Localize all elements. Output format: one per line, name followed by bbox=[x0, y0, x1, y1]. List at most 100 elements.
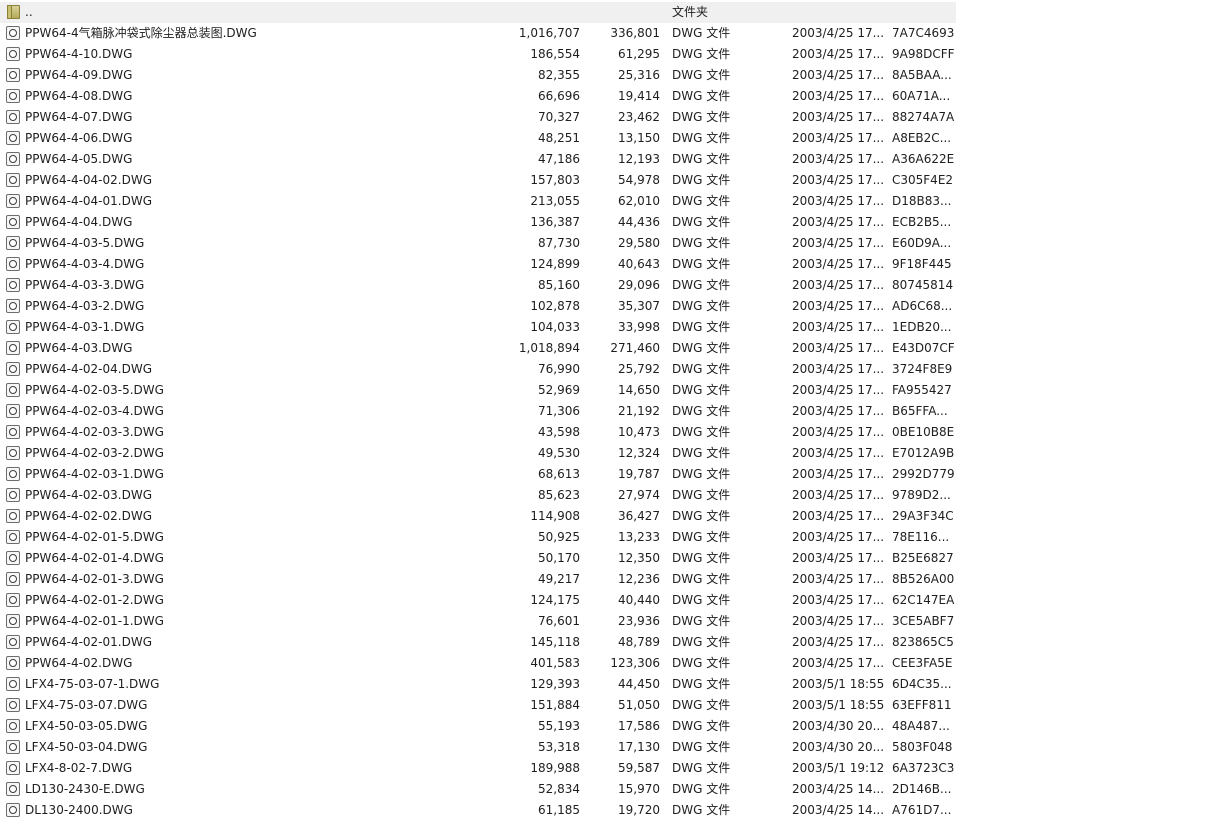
file-size: 71,306 bbox=[538, 404, 580, 418]
file-size: 85,623 bbox=[538, 488, 580, 502]
file-crc: 48A487... bbox=[892, 719, 950, 733]
file-packed-size: 23,462 bbox=[618, 110, 660, 124]
dwg-file-icon bbox=[6, 254, 22, 275]
file-modified: 2003/4/25 17... bbox=[792, 26, 884, 40]
file-row[interactable]: PPW64-4-09.DWG 82,355 25,316 DWG 文件 2003/4/2… bbox=[0, 65, 1213, 86]
file-row[interactable]: PPW64-4-03-2.DWG 102,878 35,307 DWG 文件 2003/… bbox=[0, 296, 1213, 317]
file-name: LFX4-8-02-7.DWG bbox=[25, 761, 133, 775]
file-row[interactable]: PPW64-4-02-01-3.DWG 49,217 12,236 DWG 文件 200… bbox=[0, 569, 1213, 590]
file-size: 1,016,707 bbox=[518, 26, 580, 40]
file-row[interactable]: PPW64-4气箱脉冲袋式除尘器总装图.DWG 1,016,707 336,801 D… bbox=[0, 23, 1213, 44]
file-row[interactable]: PPW64-4-02-03-1.DWG 68,613 19,787 DWG 文件 200… bbox=[0, 464, 1213, 485]
file-type: DWG 文件 bbox=[672, 236, 731, 250]
file-row[interactable]: LFX4-75-03-07.DWG 151,884 51,050 DWG 文件 2003… bbox=[0, 695, 1213, 716]
file-type: DWG 文件 bbox=[672, 89, 731, 103]
file-row[interactable]: PPW64-4-02-03-3.DWG 43,598 10,473 DWG 文件 200… bbox=[0, 422, 1213, 443]
file-row[interactable]: PPW64-4-03-5.DWG 87,730 29,580 DWG 文件 2003/4… bbox=[0, 233, 1213, 254]
file-row[interactable]: PPW64-4-02-03-4.DWG 71,306 21,192 DWG 文件 200… bbox=[0, 401, 1213, 422]
dwg-file-icon bbox=[6, 800, 22, 821]
file-row[interactable]: LFX4-50-03-05.DWG 55,193 17,586 DWG 文件 2003/… bbox=[0, 716, 1213, 737]
file-row[interactable]: PPW64-4-02-01.DWG 145,118 48,789 DWG 文件 2003… bbox=[0, 632, 1213, 653]
file-crc: 6D4C35... bbox=[892, 677, 952, 691]
file-size: 1,018,894 bbox=[518, 341, 580, 355]
file-type: DWG 文件 bbox=[672, 677, 731, 691]
file-row[interactable]: PPW64-4-05.DWG 47,186 12,193 DWG 文件 2003/4/2… bbox=[0, 149, 1213, 170]
file-row[interactable]: PPW64-4-02-03-2.DWG 49,530 12,324 DWG 文件 200… bbox=[0, 443, 1213, 464]
file-name: PPW64-4-04-01.DWG bbox=[25, 194, 152, 208]
file-row[interactable]: PPW64-4-04-02.DWG 157,803 54,978 DWG 文件 2003… bbox=[0, 170, 1213, 191]
file-size: 87,730 bbox=[538, 236, 580, 250]
file-row[interactable]: LFX4-50-03-04.DWG 53,318 17,130 DWG 文件 2003/… bbox=[0, 737, 1213, 758]
file-crc: 9A98DCFF bbox=[892, 47, 955, 61]
file-name: PPW64-4-02-01-4.DWG bbox=[25, 551, 164, 565]
file-type: DWG 文件 bbox=[672, 173, 731, 187]
file-row[interactable]: PPW64-4-02.DWG 401,583 123,306 DWG 文件 2003/4… bbox=[0, 653, 1213, 674]
dwg-file-icon bbox=[6, 128, 22, 149]
file-crc: 8B526A00 bbox=[892, 572, 955, 586]
file-type: DWG 文件 bbox=[672, 215, 731, 229]
file-size: 114,908 bbox=[530, 509, 580, 523]
file-row[interactable]: PPW64-4-02-02.DWG 114,908 36,427 DWG 文件 2003… bbox=[0, 506, 1213, 527]
file-packed-size: 15,970 bbox=[618, 782, 660, 796]
file-crc: 9789D2... bbox=[892, 488, 951, 502]
dwg-file-icon bbox=[6, 191, 22, 212]
file-row[interactable]: LD130-2430-E.DWG 52,834 15,970 DWG 文件 2003/4… bbox=[0, 779, 1213, 800]
dwg-file-icon bbox=[6, 212, 22, 233]
file-packed-size: 123,306 bbox=[610, 656, 660, 670]
file-row[interactable]: LFX4-75-03-07-1.DWG 129,393 44,450 DWG 文件 20… bbox=[0, 674, 1213, 695]
file-size: 47,186 bbox=[538, 152, 580, 166]
file-name: LFX4-75-03-07-1.DWG bbox=[25, 677, 160, 691]
file-row[interactable]: PPW64-4-04.DWG 136,387 44,436 DWG 文件 2003/4/… bbox=[0, 212, 1213, 233]
file-row[interactable]: PPW64-4-10.DWG 186,554 61,295 DWG 文件 2003/4/… bbox=[0, 44, 1213, 65]
file-row[interactable]: PPW64-4-02-01-5.DWG 50,925 13,233 DWG 文件 200… bbox=[0, 527, 1213, 548]
file-name: LD130-2430-E.DWG bbox=[25, 782, 145, 796]
file-row[interactable]: PPW64-4-06.DWG 48,251 13,150 DWG 文件 2003/4/2… bbox=[0, 128, 1213, 149]
file-name: PPW64-4-02-02.DWG bbox=[25, 509, 152, 523]
file-row[interactable]: PPW64-4-02-03.DWG 85,623 27,974 DWG 文件 2003/… bbox=[0, 485, 1213, 506]
file-row[interactable]: PPW64-4-02-04.DWG 76,990 25,792 DWG 文件 2003/… bbox=[0, 359, 1213, 380]
file-name: PPW64-4-02-03-2.DWG bbox=[25, 446, 164, 460]
file-size: 85,160 bbox=[538, 278, 580, 292]
file-row[interactable]: PPW64-4-02-01-2.DWG 124,175 40,440 DWG 文件 20… bbox=[0, 590, 1213, 611]
file-type: DWG 文件 bbox=[672, 446, 731, 460]
file-name: PPW64-4-02-03.DWG bbox=[25, 488, 152, 502]
file-crc: A8EB2C... bbox=[892, 131, 952, 145]
file-type: DWG 文件 bbox=[672, 740, 731, 754]
file-size: 50,170 bbox=[538, 551, 580, 565]
dwg-file-icon bbox=[6, 401, 22, 422]
file-modified: 2003/4/25 17... bbox=[792, 341, 884, 355]
file-modified: 2003/4/25 17... bbox=[792, 257, 884, 271]
file-row[interactable]: PPW64-4-02-01-4.DWG 50,170 12,350 DWG 文件 200… bbox=[0, 548, 1213, 569]
file-type: DWG 文件 bbox=[672, 26, 731, 40]
file-modified: 2003/4/25 14... bbox=[792, 803, 884, 817]
file-modified: 2003/4/25 17... bbox=[792, 404, 884, 418]
parent-folder-name: .. bbox=[25, 5, 33, 19]
file-modified: 2003/4/25 17... bbox=[792, 509, 884, 523]
file-type: DWG 文件 bbox=[672, 425, 731, 439]
file-row[interactable]: DL130-2400.DWG 61,185 19,720 DWG 文件 2003/4/2… bbox=[0, 800, 1213, 821]
file-packed-size: 13,150 bbox=[618, 131, 660, 145]
file-row[interactable]: PPW64-4-07.DWG 70,327 23,462 DWG 文件 2003/4/2… bbox=[0, 107, 1213, 128]
file-row[interactable]: PPW64-4-08.DWG 66,696 19,414 DWG 文件 2003/4/2… bbox=[0, 86, 1213, 107]
file-crc: 60A71A... bbox=[892, 89, 951, 103]
file-type: DWG 文件 bbox=[672, 68, 731, 82]
file-row[interactable]: PPW64-4-03.DWG 1,018,894 271,460 DWG 文件 2003… bbox=[0, 338, 1213, 359]
file-row[interactable]: PPW64-4-02-01-1.DWG 76,601 23,936 DWG 文件 200… bbox=[0, 611, 1213, 632]
dwg-file-icon bbox=[6, 443, 22, 464]
file-row[interactable]: PPW64-4-03-1.DWG 104,033 33,998 DWG 文件 2003/… bbox=[0, 317, 1213, 338]
file-crc: 3724F8E9 bbox=[892, 362, 953, 376]
file-size: 66,696 bbox=[538, 89, 580, 103]
file-packed-size: 23,936 bbox=[618, 614, 660, 628]
file-modified: 2003/4/25 17... bbox=[792, 614, 884, 628]
file-row[interactable]: PPW64-4-02-03-5.DWG 52,969 14,650 DWG 文件 200… bbox=[0, 380, 1213, 401]
dwg-file-icon bbox=[6, 296, 22, 317]
file-row[interactable]: LFX4-8-02-7.DWG 189,988 59,587 DWG 文件 2003/5… bbox=[0, 758, 1213, 779]
parent-folder-row[interactable]: .. 文件夹 bbox=[0, 2, 956, 23]
file-size: 129,393 bbox=[530, 677, 580, 691]
file-packed-size: 33,998 bbox=[618, 320, 660, 334]
file-type: DWG 文件 bbox=[672, 131, 731, 145]
file-row[interactable]: PPW64-4-03-4.DWG 124,899 40,643 DWG 文件 2003/… bbox=[0, 254, 1213, 275]
file-row[interactable]: PPW64-4-04-01.DWG 213,055 62,010 DWG 文件 2003… bbox=[0, 191, 1213, 212]
file-row[interactable]: PPW64-4-03-3.DWG 85,160 29,096 DWG 文件 2003/4… bbox=[0, 275, 1213, 296]
file-packed-size: 59,587 bbox=[618, 761, 660, 775]
